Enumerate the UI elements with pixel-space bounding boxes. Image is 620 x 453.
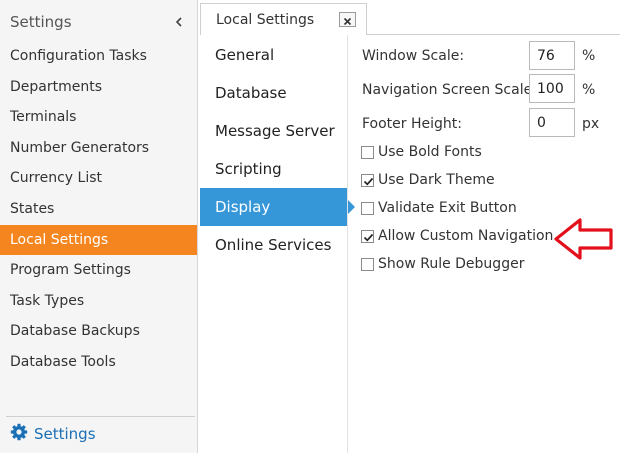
sidebar-item-database-tools[interactable]: Database Tools: [0, 347, 197, 378]
checkmark-icon: [363, 233, 374, 242]
sidebar-divider: [6, 416, 195, 417]
footer-height-label: Footer Height:: [362, 116, 462, 132]
category-scripting[interactable]: Scripting: [200, 150, 347, 188]
sidebar-item-local-settings[interactable]: Local Settings: [0, 224, 197, 256]
sidebar-item-program-settings[interactable]: Program Settings: [0, 255, 197, 286]
category-divider: [347, 35, 348, 453]
chevron-left-icon[interactable]: [172, 14, 186, 28]
red-arrow-icon: [554, 218, 613, 260]
navigation-scale-label: Navigation Screen Scale:: [362, 82, 537, 98]
footer-settings-label: Settings: [34, 425, 96, 443]
footer-height-unit: px: [582, 116, 600, 132]
validate-exit-button-label: Validate Exit Button: [378, 200, 517, 216]
settings-category-list: General Database Message Server Scriptin…: [200, 36, 355, 264]
allow-custom-navigation-label: Allow Custom Navigation: [378, 228, 554, 244]
sidebar-title: Settings: [10, 13, 72, 31]
use-bold-fonts-label: Use Bold Fonts: [378, 144, 482, 160]
show-rule-debugger-label: Show Rule Debugger: [378, 256, 525, 272]
category-message-server[interactable]: Message Server: [200, 112, 347, 150]
gear-icon: [10, 423, 28, 445]
tab-label: Local Settings: [216, 12, 315, 28]
sidebar-item-number-generators[interactable]: Number Generators: [0, 133, 197, 164]
option-validate-exit-button[interactable]: Validate Exit Button: [361, 198, 517, 218]
option-show-rule-debugger[interactable]: Show Rule Debugger: [361, 254, 524, 274]
tab-strip-border: [367, 34, 620, 35]
settings-footer-link[interactable]: Settings: [10, 423, 96, 445]
window-scale-input[interactable]: [529, 41, 575, 70]
navigation-scale-unit: %: [582, 82, 596, 98]
window-scale-label: Window Scale:: [362, 48, 465, 64]
category-database[interactable]: Database: [200, 74, 347, 112]
checkmark-icon: [363, 177, 374, 186]
footer-height-input[interactable]: [529, 108, 575, 137]
use-bold-fonts-checkbox[interactable]: [361, 145, 374, 159]
allow-custom-navigation-checkbox[interactable]: [361, 229, 374, 243]
category-display[interactable]: Display: [200, 188, 355, 226]
validate-exit-button-checkbox[interactable]: [361, 201, 374, 215]
sidebar-item-database-backups[interactable]: Database Backups: [0, 316, 197, 347]
sidebar-item-departments[interactable]: Departments: [0, 72, 197, 103]
category-online-services[interactable]: Online Services: [200, 226, 347, 264]
window-scale-unit: %: [582, 48, 596, 64]
use-dark-theme-checkbox[interactable]: [361, 173, 374, 187]
use-dark-theme-label: Use Dark Theme: [378, 172, 495, 188]
tab-local-settings[interactable]: Local Settings: [200, 3, 367, 35]
settings-sidebar: Settings Configuration Tasks Departments…: [0, 0, 198, 453]
show-rule-debugger-checkbox[interactable]: [361, 257, 374, 271]
sidebar-item-terminals[interactable]: Terminals: [0, 102, 197, 133]
option-use-dark-theme[interactable]: Use Dark Theme: [361, 170, 495, 190]
sidebar-item-states[interactable]: States: [0, 194, 197, 225]
option-allow-custom-navigation[interactable]: Allow Custom Navigation: [361, 226, 553, 246]
close-icon[interactable]: [339, 12, 356, 27]
sidebar-item-task-types[interactable]: Task Types: [0, 286, 197, 317]
sidebar-header: Settings: [0, 0, 197, 40]
sidebar-menu: Configuration Tasks Departments Terminal…: [0, 41, 197, 378]
category-general[interactable]: General: [200, 36, 347, 74]
sidebar-item-currency-list[interactable]: Currency List: [0, 163, 197, 194]
option-use-bold-fonts[interactable]: Use Bold Fonts: [361, 142, 482, 162]
sidebar-item-configuration-tasks[interactable]: Configuration Tasks: [0, 41, 197, 72]
navigation-scale-input[interactable]: [529, 74, 575, 103]
